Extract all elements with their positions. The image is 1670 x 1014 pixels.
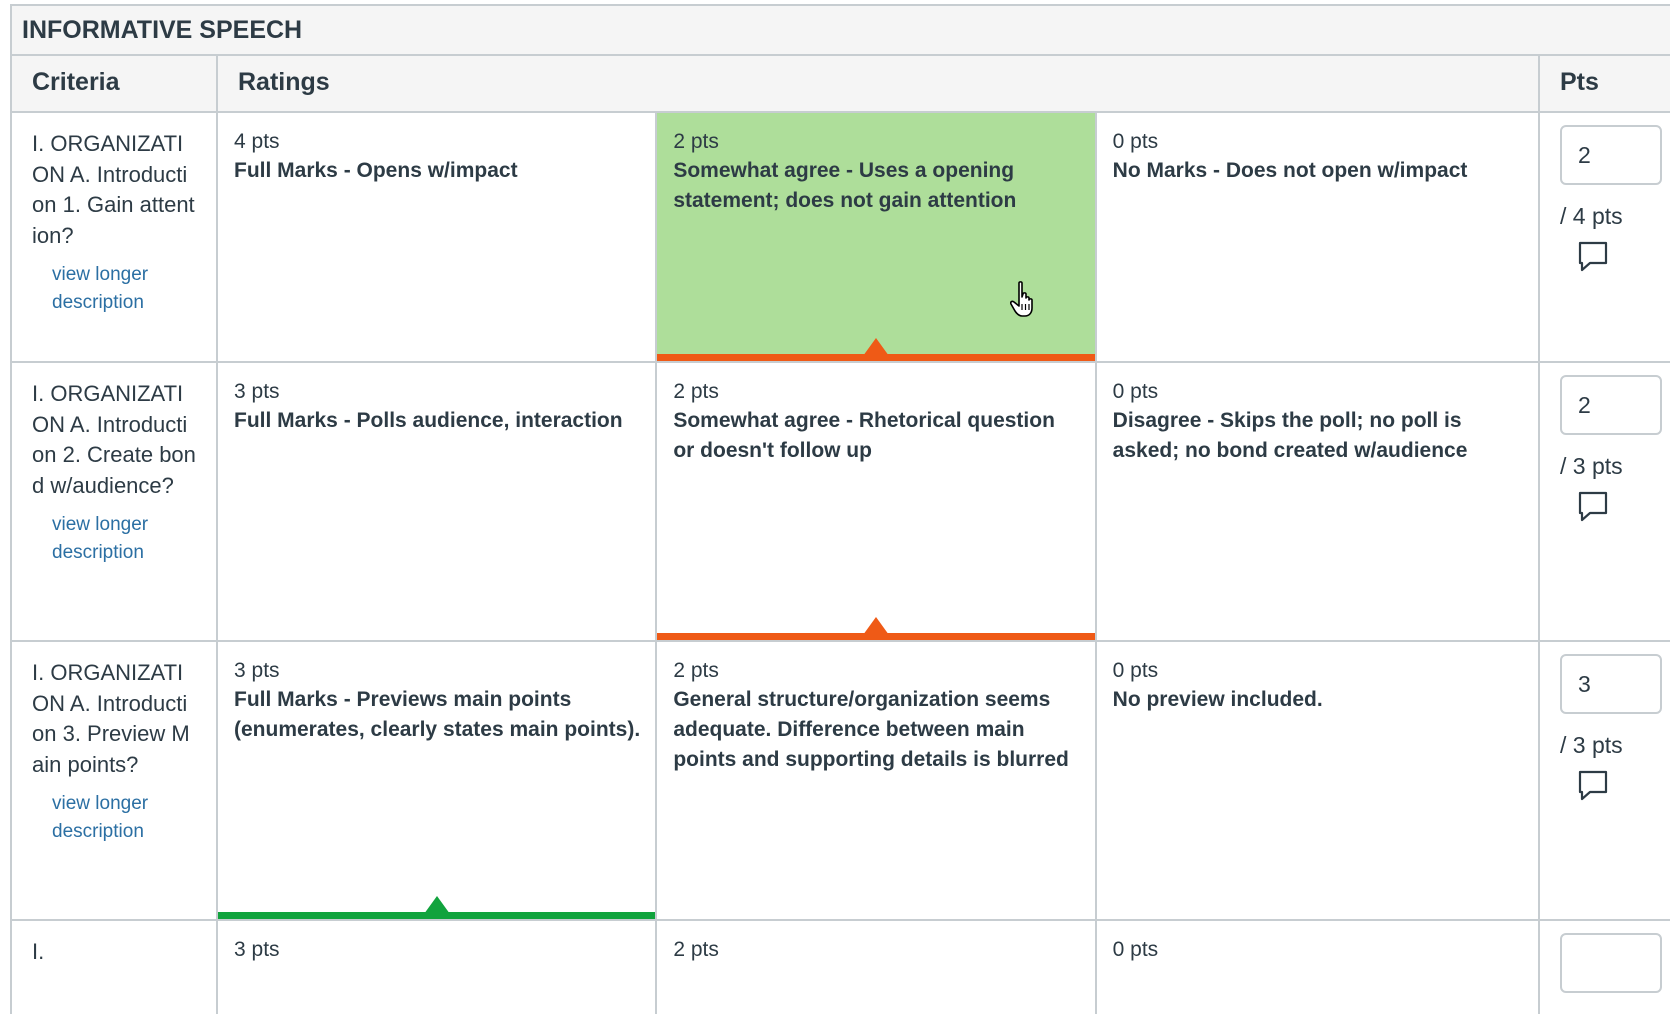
points-total: / 3 pts bbox=[1560, 732, 1623, 758]
criterion-description: I. bbox=[32, 939, 45, 964]
rating-option[interactable]: 0 pts Disagree - Skips the poll; no poll… bbox=[1097, 363, 1538, 640]
criterion-cell: I. bbox=[12, 921, 218, 1014]
rubric-title: INFORMATIVE SPEECH bbox=[12, 6, 1670, 56]
points-cell: / 3 pts bbox=[1540, 363, 1670, 640]
rating-points: 3 pts bbox=[234, 380, 280, 403]
criterion-description: I. ORGANIZATION A. Introduction 2. Creat… bbox=[32, 381, 196, 498]
selected-rating-marker bbox=[657, 338, 1095, 361]
rating-option[interactable]: 3 pts Full Marks - Polls audience, inter… bbox=[218, 363, 658, 640]
criterion-row: I. ORGANIZATION A. Introduction 3. Previ… bbox=[12, 642, 1670, 921]
ratings-group: 3 pts Full Marks - Previews main points … bbox=[218, 642, 1540, 919]
criterion-cell: I. ORGANIZATION A. Introduction 1. Gain … bbox=[12, 113, 218, 361]
points-cell bbox=[1540, 921, 1670, 1014]
rating-description: Somewhat agree - Uses a opening statemen… bbox=[673, 159, 1017, 212]
selected-rating-marker bbox=[218, 896, 656, 919]
criterion-description: I. ORGANIZATION A. Introduction 3. Previ… bbox=[32, 660, 190, 777]
rating-option[interactable]: 3 pts bbox=[218, 921, 658, 1014]
rating-option[interactable]: 4 pts Full Marks - Opens w/impact bbox=[218, 113, 658, 361]
view-longer-description-link[interactable]: view longer description bbox=[32, 790, 196, 846]
rating-description: Somewhat agree - Rhetorical question or … bbox=[673, 409, 1055, 462]
rating-points: 3 pts bbox=[234, 659, 280, 682]
rating-points: 3 pts bbox=[234, 938, 280, 961]
rating-description: Disagree - Skips the poll; no poll is as… bbox=[1112, 409, 1468, 462]
comment-icon[interactable] bbox=[1576, 769, 1610, 805]
view-longer-description-link[interactable]: view longer description bbox=[32, 511, 196, 567]
rating-points: 2 pts bbox=[673, 130, 719, 153]
points-input[interactable] bbox=[1560, 654, 1662, 714]
points-cell: / 3 pts bbox=[1540, 642, 1670, 919]
rating-option[interactable]: 0 pts No Marks - Does not open w/impact bbox=[1097, 113, 1538, 361]
rating-points: 4 pts bbox=[234, 130, 280, 153]
rating-option[interactable]: 0 pts No preview included. bbox=[1097, 642, 1538, 919]
rating-option-selected[interactable]: 2 pts Somewhat agree - Uses a opening st… bbox=[657, 113, 1097, 361]
ratings-group: 3 pts 2 pts 0 pts bbox=[218, 921, 1540, 1014]
criterion-description: I. ORGANIZATION A. Introduction 1. Gain … bbox=[32, 131, 195, 248]
points-total: / 4 pts bbox=[1560, 203, 1623, 229]
rating-points: 2 pts bbox=[673, 659, 719, 682]
view-longer-description-link[interactable]: view longer description bbox=[32, 261, 196, 317]
rating-points: 0 pts bbox=[1112, 380, 1159, 403]
pts-header: Pts bbox=[1560, 68, 1599, 96]
rubric-header-row: Criteria Ratings Pts bbox=[12, 56, 1670, 113]
points-cell: / 4 pts bbox=[1540, 113, 1670, 361]
ratings-header: Ratings bbox=[218, 56, 1540, 111]
points-input[interactable] bbox=[1560, 375, 1662, 435]
rating-option[interactable]: 0 pts bbox=[1097, 921, 1538, 1014]
criterion-row: I. ORGANIZATION A. Introduction 1. Gain … bbox=[12, 113, 1670, 363]
criterion-cell: I. ORGANIZATION A. Introduction 3. Previ… bbox=[12, 642, 218, 919]
rating-points: 0 pts bbox=[1112, 659, 1159, 682]
criterion-row: I. ORGANIZATION A. Introduction 2. Creat… bbox=[12, 363, 1670, 642]
rating-option-full-marks[interactable]: 3 pts Full Marks - Previews main points … bbox=[218, 642, 658, 919]
rating-points: 0 pts bbox=[1112, 938, 1159, 961]
rating-option[interactable]: 2 pts bbox=[657, 921, 1097, 1014]
selected-rating-marker bbox=[657, 617, 1095, 640]
rating-points: 0 pts bbox=[1112, 130, 1159, 153]
points-input[interactable] bbox=[1560, 125, 1662, 185]
rating-description: No Marks - Does not open w/impact bbox=[1112, 159, 1468, 182]
points-total: / 3 pts bbox=[1560, 453, 1623, 479]
ratings-group: 3 pts Full Marks - Polls audience, inter… bbox=[218, 363, 1540, 640]
rating-points: 2 pts bbox=[673, 380, 719, 403]
rating-description: Full Marks - Previews main points (enume… bbox=[234, 688, 641, 741]
comment-icon[interactable] bbox=[1576, 490, 1610, 526]
rating-points: 2 pts bbox=[673, 938, 719, 961]
rubric-table: INFORMATIVE SPEECH Criteria Ratings Pts … bbox=[10, 4, 1670, 1014]
rating-description: Full Marks - Polls audience, interaction bbox=[234, 409, 623, 432]
criteria-header: Criteria bbox=[12, 56, 218, 111]
comment-icon[interactable] bbox=[1576, 240, 1610, 276]
rating-option[interactable]: 2 pts General structure/organization see… bbox=[657, 642, 1097, 919]
rating-description: No preview included. bbox=[1112, 688, 1323, 711]
criterion-row: I. 3 pts 2 pts 0 pts bbox=[12, 921, 1670, 1014]
ratings-group: 4 pts Full Marks - Opens w/impact 2 pts … bbox=[218, 113, 1540, 361]
criterion-cell: I. ORGANIZATION A. Introduction 2. Creat… bbox=[12, 363, 218, 640]
rating-option-selected[interactable]: 2 pts Somewhat agree - Rhetorical questi… bbox=[657, 363, 1097, 640]
rating-description: General structure/organization seems ade… bbox=[673, 688, 1069, 771]
points-input[interactable] bbox=[1560, 933, 1662, 993]
rating-description: Full Marks - Opens w/impact bbox=[234, 159, 518, 182]
